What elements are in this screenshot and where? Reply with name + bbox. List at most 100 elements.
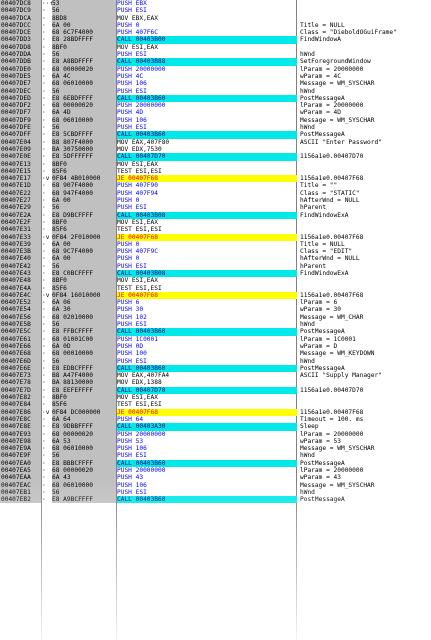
hex-bytes-cell: 6A 00 [52,197,116,205]
comment-cell: lParam = 20000000 [300,102,364,110]
disasm-row[interactable]: 00407DEC · 56 PUSH ESI hWnd [0,87,431,95]
disasm-row[interactable]: 00407DF9 · 68 06010000 PUSH 106 Message = WM… [0,116,431,125]
disasm-row[interactable]: 00407E09 · BA 30750000 MOV EDX,7530 [0,145,431,154]
disasm-row[interactable]: 00407E39 · 6A 00 PUSH 0 Title = NULL [0,240,431,249]
disasm-row[interactable]: 00407E31 · 85F6 TEST ESI,ESI [0,226,431,234]
disasm-row[interactable]: 00407E48 · 8BF0 MOV ESI,EAX [0,277,431,285]
disasm-row[interactable]: 00407E68 · 68 00010000 PUSH 100 Message = WM… [0,350,431,358]
disasm-row[interactable]: 00407DDA · 56 PUSH ESI hWnd [0,51,431,59]
hex-bytes-cell: 85F6 [52,284,116,292]
disasm-row[interactable]: 00407E0E · E8 5DFFFFFF CALL 00407D70 1156a1e… [0,153,431,161]
disasm-row[interactable]: 00407E17 ·v 0F84 4B010000 JE 00407F68 1156a1… [0,175,431,183]
disasm-row[interactable]: 00407DFF · E8 5CBDFFFF CALL 00403B60 PostMes… [0,131,431,139]
disasm-row[interactable]: 00407E7D · E8 EEFEFFFF CALL 00407D70 1156a1e… [0,386,431,395]
disasm-row[interactable]: 00407DE5 · 6A 4C PUSH 4C wParam = 4C [0,72,431,81]
disasm-row[interactable]: 00407DC8 ··↑ 53 PUSH EBX [0,0,431,8]
disasm-row[interactable]: 00407EB1 · 56 PUSH ESI hWnd [0,488,431,497]
disasm-row[interactable]: 00407E84 · 85F6 TEST ESI,ESI [0,401,431,409]
disasm-row[interactable]: 00407DCE · 68 6C7F4000 PUSH 407F6C Class = "… [0,29,431,37]
disasm-row[interactable]: 00407E42 · 56 PUSH ESI hParent [0,262,431,270]
flow-marker: ·v [42,233,50,241]
disasm-row[interactable]: 00407E13 · 8BF0 MOV ESI,EAX [0,160,431,168]
hex-bytes-cell: 8BF0 [52,43,116,52]
disasm-row[interactable]: 00407EA5 · 68 00000020 PUSH 20000000 lParam … [0,467,431,475]
disasm-row[interactable]: 00407E4C ·v 0F84 16010000 JE 00407F68 1156a1… [0,291,431,300]
hex-bytes-cell: 68 01001C00 [52,335,116,343]
address-cell: 00407E04 [0,138,41,146]
hex-bytes-cell: E8 EEFEFFFF [52,386,116,395]
disasm-row[interactable]: 00407DFE · 56 PUSH ESI hWnd [0,124,431,132]
address-cell: 00407E84 [0,401,41,409]
disasm-row[interactable]: 00407E93 · 68 00000020 PUSH 20000000 lParam … [0,430,431,438]
hex-bytes-cell: 8BF0 [52,277,116,285]
comment-cell: wParam = D [300,342,338,350]
flow-marker: · [42,496,46,504]
disasm-row[interactable]: 00407E27 · 6A 00 PUSH 0 hAfterWnd = NULL [0,197,431,205]
hex-bytes-cell: 68 06010000 [52,481,116,489]
comment-cell: Title = NULL [300,240,345,248]
disasm-row[interactable]: 00407DF7 · 6A 4D PUSH 4D wParam = 4D [0,109,431,117]
disasm-row[interactable]: 00407E22 · 68 947F4000 PUSH 407F94 Class = "… [0,189,431,198]
disasm-row[interactable]: 00407DD8 · 8BF0 MOV ESI,EAX [0,43,431,52]
disassembly-view[interactable]: 00407DC8 ··↑ 53 PUSH EBX 00407DC9 · 56 PUSH ESI… [0,0,431,640]
disasm-row[interactable]: 00407E9F · 56 PUSH ESI hWnd [0,452,431,460]
address-cell: 00407E4C [0,291,41,300]
disasm-row[interactable]: 00407DF2 · 68 00000020 PUSH 20000000 lParam … [0,102,431,110]
disasm-row[interactable]: 00407EB2 · E8 A9BCFFFF CALL 00403B60 PostMes… [0,496,431,504]
disasm-row[interactable]: 00407E2A · E8 D9BCFFFF CALL 00403B08 FindWin… [0,211,431,219]
disasm-row[interactable]: 00407E73 · B8 A47F4000 MOV EAX,407FA4 ASCII … [0,372,431,380]
disasm-row[interactable]: 00407E8E · E8 9DBBFFFF CALL 00403A30 Sleep [0,423,431,431]
disasm-row[interactable]: 00407E86 ·v 0F84 DC000000 JE 00407F68 1156a1… [0,408,431,416]
flow-marker: · [42,109,46,117]
disasm-row[interactable]: 00407E9A · 68 06010000 PUSH 106 Message = WM… [0,445,431,453]
disasm-row[interactable]: 00407EAA · 6A 43 PUSH 43 wParam = 43 [0,474,431,482]
disasm-row[interactable]: 00407E82 · 8BF0 MOV ESI,EAX [0,394,431,402]
instruction-cell: JE 00407F68 [117,175,297,183]
flow-marker: · [42,430,46,438]
disasm-row[interactable]: 00407E29 · 56 PUSH ESI hParent [0,204,431,212]
flow-marker: ··↑ [42,0,52,7]
disasm-row[interactable]: 00407EA0 · E8 BBBCFFFF CALL 00403B60 PostMes… [0,459,431,467]
comment-cell: hWnd [300,321,315,329]
disasm-row[interactable]: 00407DDB · E8 A8BDFFFF CALL 00403B88 SetFore… [0,58,431,66]
disasm-row[interactable]: 00407E98 · 6A 53 PUSH 53 wParam = 53 [0,437,431,446]
disasm-row[interactable]: 00407E2F · 8BF0 MOV ESI,EAX [0,218,431,227]
hex-bytes-cell: 56 [52,87,116,95]
flow-marker: · [42,124,46,132]
disasm-row[interactable]: 00407EAC · 68 06010000 PUSH 106 Message = WM… [0,481,431,489]
disasm-row[interactable]: 00407DED · E8 6EBDFFFF CALL 00403B60 PostMes… [0,94,431,103]
disasm-row[interactable]: 00407E6D · 56 PUSH ESI hWnd [0,357,431,365]
flow-marker: · [42,269,46,277]
hex-bytes-cell: 6A 64 [52,415,116,424]
disasm-row[interactable]: 00407DD3 · E8 28BDFFFF CALL 00403B00 FindWin… [0,36,431,44]
disasm-row[interactable]: 00407E78 · BA 88130000 MOV EDX,1388 [0,379,431,387]
disasm-row[interactable]: 00407E40 · 6A 00 PUSH 0 hAfterWnd = NULL [0,255,431,263]
disasm-row[interactable]: 00407DCC · 6A 00 PUSH 0 Title = NULL [0,21,431,30]
instruction-cell: MOV EAX,407FA4 [117,372,170,380]
hex-bytes-cell: 68 06010000 [52,80,116,88]
address-cell: 00407E52 [0,299,41,307]
disasm-row[interactable]: 00407DE0 · 68 00000020 PUSH 20000000 lParam … [0,65,431,73]
disasm-row[interactable]: 00407DCA · 8BD8 MOV EBX,EAX [0,14,431,22]
disasm-row[interactable]: 00407E52 · 6A 06 PUSH 6 lParam = 6 [0,299,431,307]
instruction-cell: CALL 00403B00 [117,36,297,44]
disasm-row[interactable]: 00407E5B · 56 PUSH ESI hWnd [0,321,431,329]
disasm-row[interactable]: 00407E1D · 68 907F4000 PUSH 407F90 Title = "… [0,182,431,190]
disasm-row[interactable]: 00407E33 ·v 0F84 2F010000 JE 00407F68 1156a1… [0,233,431,241]
disasm-row[interactable]: 00407E15 · 85F6 TEST ESI,ESI [0,167,431,176]
disasm-row[interactable]: 00407E66 · 6A 0D PUSH 0D wParam = D [0,342,431,351]
disasm-row[interactable]: 00407E54 · 6A 30 PUSH 30 wParam = 30 [0,306,431,314]
disasm-row[interactable]: 00407E4A · 85F6 TEST ESI,ESI [0,284,431,292]
disasm-row[interactable]: 00407DE7 · 68 06010000 PUSH 106 Message = WM… [0,80,431,88]
disasm-row[interactable]: 00407E5C · E8 FFBCFFFF CALL 00403B60 PostMes… [0,328,431,336]
disasm-row[interactable]: 00407E3B · 68 9C7F4000 PUSH 407F9C Class = "… [0,248,431,256]
disasm-row[interactable]: 00407E6E · E8 EDBCFFFF CALL 00403B60 PostMes… [0,364,431,373]
disasm-row[interactable]: 00407E43 · E8 C0BCFFFF CALL 00403B08 FindWin… [0,269,431,278]
instruction-cell: PUSH EBX [117,0,147,7]
disasm-row[interactable]: 00407DC9 · 56 PUSH ESI [0,7,431,15]
disasm-row[interactable]: 00407E56 · 68 02010000 PUSH 102 Message = WM… [0,313,431,322]
disasm-row[interactable]: 00407E04 · B8 807F4000 MOV EAX,407F80 ASCII … [0,138,431,146]
disasm-row[interactable]: 00407E61 · 68 01001C00 PUSH 1C0001 lParam = … [0,335,431,343]
comment-cell: lParam = 6 [300,299,338,307]
disasm-row[interactable]: 00407E8C · 6A 64 PUSH 64 Timeout = 100. ms [0,415,431,424]
